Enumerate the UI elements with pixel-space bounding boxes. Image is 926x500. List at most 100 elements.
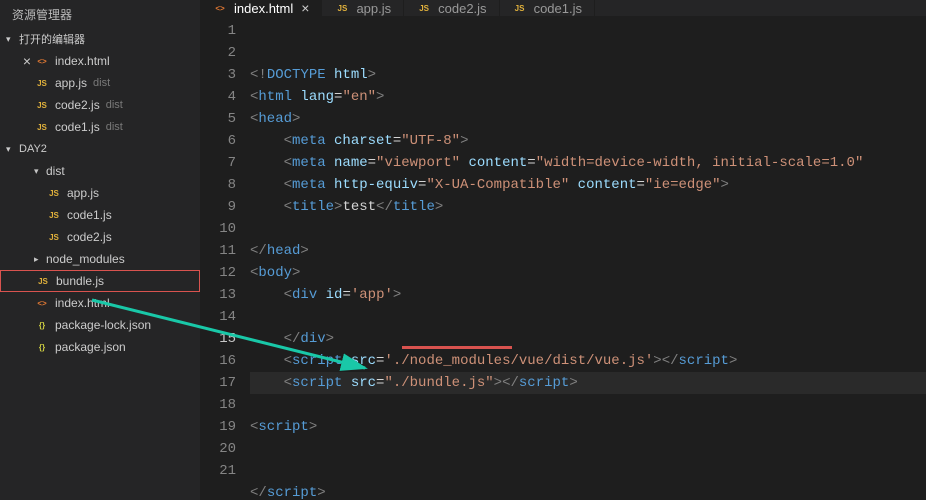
code-line[interactable]: [250, 438, 926, 460]
editor-area: <>index.html×JSapp.jsJScode2.jsJScode1.j…: [200, 0, 926, 500]
file-name: code2.js: [67, 230, 112, 244]
file-item[interactable]: JS bundle.js: [0, 270, 200, 292]
js-file-icon: JS: [416, 0, 432, 16]
folder-name: DAY2: [19, 143, 47, 155]
code-line[interactable]: <div id='app'>: [250, 284, 926, 306]
file-name: package-lock.json: [55, 318, 151, 332]
code-content[interactable]: <!DOCTYPE html><html lang="en"><head> <m…: [250, 16, 926, 500]
line-number: 6: [200, 130, 236, 152]
line-number: 1: [200, 20, 236, 42]
code-line[interactable]: [250, 306, 926, 328]
tab-bar: <>index.html×JSapp.jsJScode2.jsJScode1.j…: [200, 0, 926, 16]
code-line[interactable]: <script src="./bundle.js"></script>: [250, 372, 926, 394]
file-item[interactable]: JS app.js: [0, 182, 200, 204]
open-editor-item[interactable]: JSapp.jsdist: [0, 72, 200, 94]
folder-name: dist: [46, 164, 65, 178]
file-item[interactable]: <>index.html: [0, 292, 200, 314]
line-number: 20: [200, 438, 236, 460]
code-line[interactable]: <body>: [250, 262, 926, 284]
code-line[interactable]: [250, 394, 926, 416]
tab-code1-js[interactable]: JS code1.js: [500, 0, 595, 16]
line-number-gutter: 123456789101112131415161718192021: [200, 16, 250, 500]
explorer-title: 资源管理器: [0, 0, 200, 28]
line-number: 2: [200, 42, 236, 64]
code-line[interactable]: </script>: [250, 482, 926, 500]
code-line[interactable]: <meta charset="UTF-8">: [250, 130, 926, 152]
chevron-down-icon: ▾: [6, 34, 16, 45]
js-file-icon: JS: [35, 273, 51, 289]
code-line[interactable]: <!DOCTYPE html>: [250, 64, 926, 86]
line-number: 11: [200, 240, 236, 262]
open-editors-header[interactable]: ▾ 打开的编辑器: [0, 28, 200, 50]
line-number: 9: [200, 196, 236, 218]
folder-item[interactable]: ▾dist: [0, 160, 200, 182]
js-file-icon: JS: [334, 0, 350, 16]
file-name: code1.js: [55, 120, 100, 134]
tab-label: index.html: [234, 1, 293, 16]
code-line[interactable]: <head>: [250, 108, 926, 130]
close-icon[interactable]: ×: [301, 0, 309, 16]
line-number: 13: [200, 284, 236, 306]
file-name: code2.js: [55, 98, 100, 112]
line-number: 5: [200, 108, 236, 130]
open-editors-label: 打开的编辑器: [19, 31, 85, 47]
open-editor-item[interactable]: ×<>index.html: [0, 50, 200, 72]
line-number: 18: [200, 394, 236, 416]
line-number: 10: [200, 218, 236, 240]
json-file-icon: {}: [34, 317, 50, 333]
code-line[interactable]: <script>: [250, 416, 926, 438]
code-line[interactable]: [250, 218, 926, 240]
code-line[interactable]: </head>: [250, 240, 926, 262]
js-file-icon: JS: [34, 119, 50, 135]
file-name: app.js: [55, 76, 87, 90]
tab-label: code1.js: [534, 1, 582, 16]
file-name: index.html: [55, 54, 110, 68]
line-number: 7: [200, 152, 236, 174]
file-name: code1.js: [67, 208, 112, 222]
code-line[interactable]: <title>test</title>: [250, 196, 926, 218]
js-file-icon: JS: [512, 0, 528, 16]
line-number: 15: [200, 328, 236, 350]
folder-item[interactable]: ▸node_modules: [0, 248, 200, 270]
file-name: package.json: [55, 340, 126, 354]
js-file-icon: JS: [34, 97, 50, 113]
file-path-suffix: dist: [93, 77, 110, 89]
html-file-icon: <>: [212, 0, 228, 16]
line-number: 16: [200, 350, 236, 372]
file-path-suffix: dist: [106, 99, 123, 111]
js-file-icon: JS: [46, 229, 62, 245]
tab-code2-js[interactable]: JScode2.js: [404, 0, 499, 16]
chevron-down-icon: ▾: [6, 144, 16, 155]
html-file-icon: <>: [34, 295, 50, 311]
chevron-right-icon: ▸: [34, 254, 44, 265]
code-line[interactable]: <meta name="viewport" content="width=dev…: [250, 152, 926, 174]
code-line[interactable]: <html lang="en">: [250, 86, 926, 108]
file-name: app.js: [67, 186, 99, 200]
annotation-underline: [402, 346, 512, 349]
file-item[interactable]: {} package.json: [0, 336, 200, 358]
folder-name: node_modules: [46, 252, 125, 266]
code-line[interactable]: <script src='./node_modules/vue/dist/vue…: [250, 350, 926, 372]
line-number: 3: [200, 64, 236, 86]
code-line[interactable]: </div>: [250, 328, 926, 350]
line-number: 21: [200, 460, 236, 482]
code-line[interactable]: <meta http-equiv="X-UA-Compatible" conte…: [250, 174, 926, 196]
close-icon[interactable]: ×: [20, 53, 34, 69]
line-number: 19: [200, 416, 236, 438]
file-name: bundle.js: [56, 274, 104, 288]
open-editor-item[interactable]: JS code2.js dist: [0, 94, 200, 116]
js-file-icon: JS: [46, 207, 62, 223]
file-item[interactable]: {} package-lock.json: [0, 314, 200, 336]
file-item[interactable]: JS code2.js: [0, 226, 200, 248]
code-editor[interactable]: 123456789101112131415161718192021 <!DOCT…: [200, 16, 926, 500]
tab-app-js[interactable]: JSapp.js: [322, 0, 404, 16]
folder-header[interactable]: ▾ DAY2: [0, 138, 200, 160]
line-number: 17: [200, 372, 236, 394]
open-editor-item[interactable]: JS code1.js dist: [0, 116, 200, 138]
tab-index-html[interactable]: <> index.html ×: [200, 0, 322, 16]
code-line[interactable]: [250, 460, 926, 482]
js-file-icon: JS: [46, 185, 62, 201]
file-path-suffix: dist: [106, 121, 123, 133]
json-file-icon: {}: [34, 339, 50, 355]
file-item[interactable]: JS code1.js: [0, 204, 200, 226]
